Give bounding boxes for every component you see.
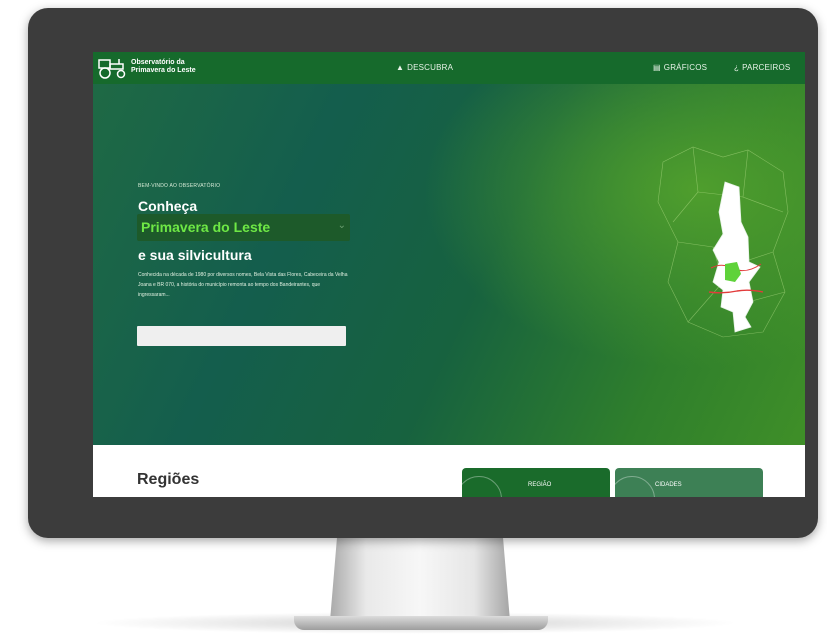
card-decoration <box>615 476 655 497</box>
hero-headline-bottom: e sua silvicultura <box>138 247 252 263</box>
chevron-down-icon: ⌄ <box>337 220 346 231</box>
section-title: Regiões <box>137 471 200 488</box>
nav-descubra-label: DESCUBRA <box>407 63 454 72</box>
card-cidades-label: CIDADES <box>655 482 682 488</box>
nav-graficos-label: GRÁFICOS <box>663 63 708 72</box>
card-regiao[interactable]: REGIÃO <box>462 468 610 497</box>
hero-headline-top: Conheça <box>138 198 198 214</box>
site-title-line1: Observatório da <box>131 59 185 66</box>
nav-parceiros[interactable]: ¿ PARCEIROS <box>734 63 790 72</box>
card-regiao-label: REGIÃO <box>528 482 552 488</box>
mountain-icon: ▲ <box>396 63 405 72</box>
city-selector[interactable]: Primavera do Leste ⌄ <box>137 214 350 241</box>
hero-kicker: BEM-VINDO AO OBSERVATÓRIO <box>138 183 221 189</box>
top-navbar: Observatório da Primavera do Leste ▲ DESC… <box>93 52 805 84</box>
hero-section: Observatório da Primavera do Leste ▲ DESC… <box>93 52 805 445</box>
monitor-stand <box>330 535 510 621</box>
site-title-line2: Primavera do Leste <box>131 67 196 74</box>
monitor-bezel: Observatório da Primavera do Leste ▲ DESC… <box>28 8 818 538</box>
site-title[interactable]: Observatório da Primavera do Leste <box>131 59 251 75</box>
nav-descubra[interactable]: ▲ DESCUBRA <box>396 63 453 72</box>
search-input[interactable] <box>137 326 346 346</box>
hero-description: Conhecida na década de 1980 por diversos… <box>138 272 348 298</box>
city-selector-value: Primavera do Leste <box>141 219 271 235</box>
website-screen: Observatório da Primavera do Leste ▲ DESC… <box>93 52 805 497</box>
municipality-map[interactable] <box>653 142 793 342</box>
nav-graficos[interactable]: ▤ GRÁFICOS <box>653 63 707 72</box>
card-cidades[interactable]: CIDADES <box>615 468 763 497</box>
region-highlight <box>712 181 761 333</box>
handshake-icon: ¿ <box>734 63 740 72</box>
monitor-base <box>294 616 548 630</box>
chart-icon: ▤ <box>653 63 661 72</box>
tractor-logo-icon[interactable] <box>97 57 131 79</box>
nav-parceiros-label: PARCEIROS <box>742 63 791 72</box>
card-decoration <box>462 476 502 497</box>
